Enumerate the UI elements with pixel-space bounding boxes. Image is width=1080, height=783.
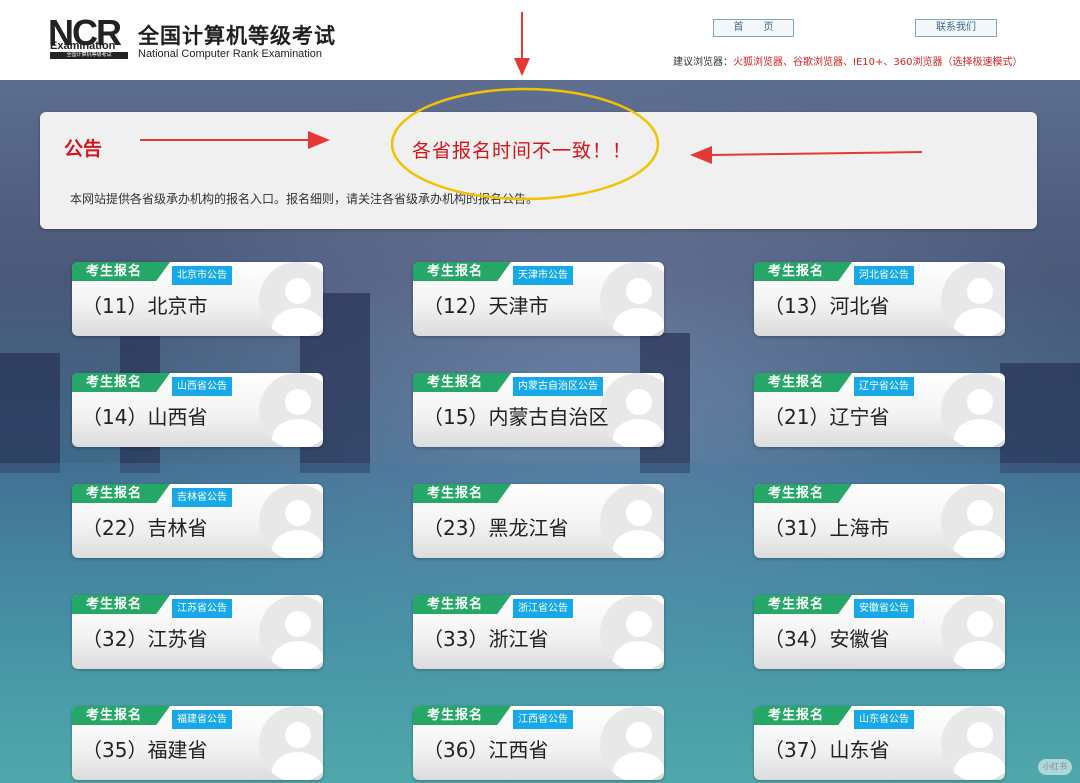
register-button[interactable]: 考生报名 bbox=[413, 484, 511, 503]
notice-link[interactable]: 山西省公告 bbox=[172, 377, 232, 396]
avatar-placeholder-icon bbox=[259, 595, 323, 669]
province-card-anhui[interactable]: 考生报名 安徽省公告 （34）安徽省 bbox=[754, 595, 1005, 669]
avatar-placeholder-icon bbox=[600, 373, 664, 447]
province-name: （35）福建省 bbox=[82, 738, 208, 762]
province-card-zhejiang[interactable]: 考生报名 浙江省公告 （33）浙江省 bbox=[413, 595, 664, 669]
notice-link[interactable]: 内蒙古自治区公告 bbox=[513, 377, 603, 396]
avatar-placeholder-icon bbox=[259, 373, 323, 447]
province-card-neimenggu[interactable]: 考生报名 内蒙古自治区公告 （15）内蒙古自治区 bbox=[413, 373, 664, 447]
register-button[interactable]: 考生报名 bbox=[72, 262, 170, 281]
province-card-fujian[interactable]: 考生报名 福建省公告 （35）福建省 bbox=[72, 706, 323, 780]
province-card-shanxi[interactable]: 考生报名 山西省公告 （14）山西省 bbox=[72, 373, 323, 447]
avatar-placeholder-icon bbox=[941, 484, 1005, 558]
province-card-heilongjiang[interactable]: 考生报名 （23）黑龙江省 bbox=[413, 484, 664, 558]
province-name: （36）江西省 bbox=[423, 738, 549, 762]
province-name: （34）安徽省 bbox=[764, 627, 890, 651]
notice-link[interactable]: 福建省公告 bbox=[172, 710, 232, 729]
notice-link[interactable]: 江苏省公告 bbox=[172, 599, 232, 618]
register-button[interactable]: 考生报名 bbox=[413, 706, 511, 725]
register-button[interactable]: 考生报名 bbox=[72, 595, 170, 614]
avatar-placeholder-icon bbox=[259, 484, 323, 558]
province-name: （21）辽宁省 bbox=[764, 405, 890, 429]
notice-link[interactable]: 山东省公告 bbox=[854, 710, 914, 729]
avatar-placeholder-icon bbox=[941, 262, 1005, 336]
province-name: （14）山西省 bbox=[82, 405, 208, 429]
province-card-hebei[interactable]: 考生报名 河北省公告 （13）河北省 bbox=[754, 262, 1005, 336]
avatar-placeholder-icon bbox=[259, 262, 323, 336]
browser-recommendation: 建议浏览器：火狐浏览器、谷歌浏览器、IE10+、360浏览器（选择极速模式） bbox=[673, 53, 1022, 68]
province-name: （13）河北省 bbox=[764, 294, 890, 318]
province-name: （37）山东省 bbox=[764, 738, 890, 762]
province-card-liaoning[interactable]: 考生报名 辽宁省公告 （21）辽宁省 bbox=[754, 373, 1005, 447]
notice-link[interactable]: 辽宁省公告 bbox=[854, 377, 914, 396]
site-header: NCR Examination 全国计算机等级考试 全国计算机等级考试 Nati… bbox=[0, 0, 1080, 80]
province-name: （22）吉林省 bbox=[82, 516, 208, 540]
site-subtitle: National Computer Rank Examination bbox=[138, 48, 323, 60]
notice-link[interactable]: 天津市公告 bbox=[513, 266, 573, 285]
register-button[interactable]: 考生报名 bbox=[413, 262, 511, 281]
register-button[interactable]: 考生报名 bbox=[413, 595, 511, 614]
notice-link[interactable]: 北京市公告 bbox=[172, 266, 232, 285]
avatar-placeholder-icon bbox=[941, 706, 1005, 780]
logo-examination-text: Examination bbox=[50, 40, 116, 52]
background-building bbox=[0, 353, 60, 473]
avatar-placeholder-icon bbox=[941, 373, 1005, 447]
avatar-placeholder-icon bbox=[600, 595, 664, 669]
province-name: （23）黑龙江省 bbox=[423, 516, 569, 540]
province-card-jiangxi[interactable]: 考生报名 江西省公告 （36）江西省 bbox=[413, 706, 664, 780]
watermark-badge: 小红书 bbox=[1038, 759, 1072, 775]
notice-title: 公告 bbox=[64, 138, 103, 160]
register-button[interactable]: 考生报名 bbox=[72, 706, 170, 725]
site-title: 全国计算机等级考试 bbox=[138, 24, 336, 48]
background-building bbox=[1000, 363, 1080, 473]
register-button[interactable]: 考生报名 bbox=[754, 595, 852, 614]
register-button[interactable]: 考生报名 bbox=[754, 262, 852, 281]
register-button[interactable]: 考生报名 bbox=[413, 373, 511, 392]
browser-tip-list: 火狐浏览器、谷歌浏览器、IE10+、360浏览器（选择极速模式） bbox=[733, 57, 1023, 68]
browser-tip-label: 建议浏览器： bbox=[673, 57, 733, 68]
province-name: （12）天津市 bbox=[423, 294, 549, 318]
avatar-placeholder-icon bbox=[600, 484, 664, 558]
province-name: （33）浙江省 bbox=[423, 627, 549, 651]
province-card-jilin[interactable]: 考生报名 吉林省公告 （22）吉林省 bbox=[72, 484, 323, 558]
notice-link[interactable]: 河北省公告 bbox=[854, 266, 914, 285]
avatar-placeholder-icon bbox=[259, 706, 323, 780]
province-card-shanghai[interactable]: 考生报名 （31）上海市 bbox=[754, 484, 1005, 558]
notice-link[interactable]: 浙江省公告 bbox=[513, 599, 573, 618]
register-button[interactable]: 考生报名 bbox=[72, 373, 170, 392]
notice-body: 本网站提供各省级承办机构的报名入口。报名细则，请关注各省级承办机构的报名公告。 bbox=[70, 192, 539, 206]
province-card-jiangsu[interactable]: 考生报名 江苏省公告 （32）江苏省 bbox=[72, 595, 323, 669]
avatar-placeholder-icon bbox=[941, 595, 1005, 669]
register-button[interactable]: 考生报名 bbox=[72, 484, 170, 503]
notice-link[interactable]: 安徽省公告 bbox=[854, 599, 914, 618]
province-card-beijing[interactable]: 考生报名 北京市公告 （11）北京市 bbox=[72, 262, 323, 336]
avatar-placeholder-icon bbox=[600, 262, 664, 336]
home-button[interactable]: 首 页 bbox=[713, 19, 794, 37]
province-name: （32）江苏省 bbox=[82, 627, 208, 651]
notice-headline: 各省报名时间不一致！！ bbox=[412, 140, 633, 162]
province-name: （31）上海市 bbox=[764, 516, 890, 540]
logo-subtext: 全国计算机等级考试 bbox=[50, 52, 128, 59]
notice-link[interactable]: 吉林省公告 bbox=[172, 488, 232, 507]
notice-panel: 公告 各省报名时间不一致！！ 本网站提供各省级承办机构的报名入口。报名细则，请关… bbox=[40, 112, 1037, 229]
province-name: （15）内蒙古自治区 bbox=[423, 405, 609, 429]
contact-us-button[interactable]: 联系我们 bbox=[915, 19, 997, 37]
register-button[interactable]: 考生报名 bbox=[754, 484, 852, 503]
province-name: （11）北京市 bbox=[82, 294, 208, 318]
province-card-shandong[interactable]: 考生报名 山东省公告 （37）山东省 bbox=[754, 706, 1005, 780]
register-button[interactable]: 考生报名 bbox=[754, 706, 852, 725]
avatar-placeholder-icon bbox=[600, 706, 664, 780]
notice-link[interactable]: 江西省公告 bbox=[513, 710, 573, 729]
register-button[interactable]: 考生报名 bbox=[754, 373, 852, 392]
province-card-tianjin[interactable]: 考生报名 天津市公告 （12）天津市 bbox=[413, 262, 664, 336]
